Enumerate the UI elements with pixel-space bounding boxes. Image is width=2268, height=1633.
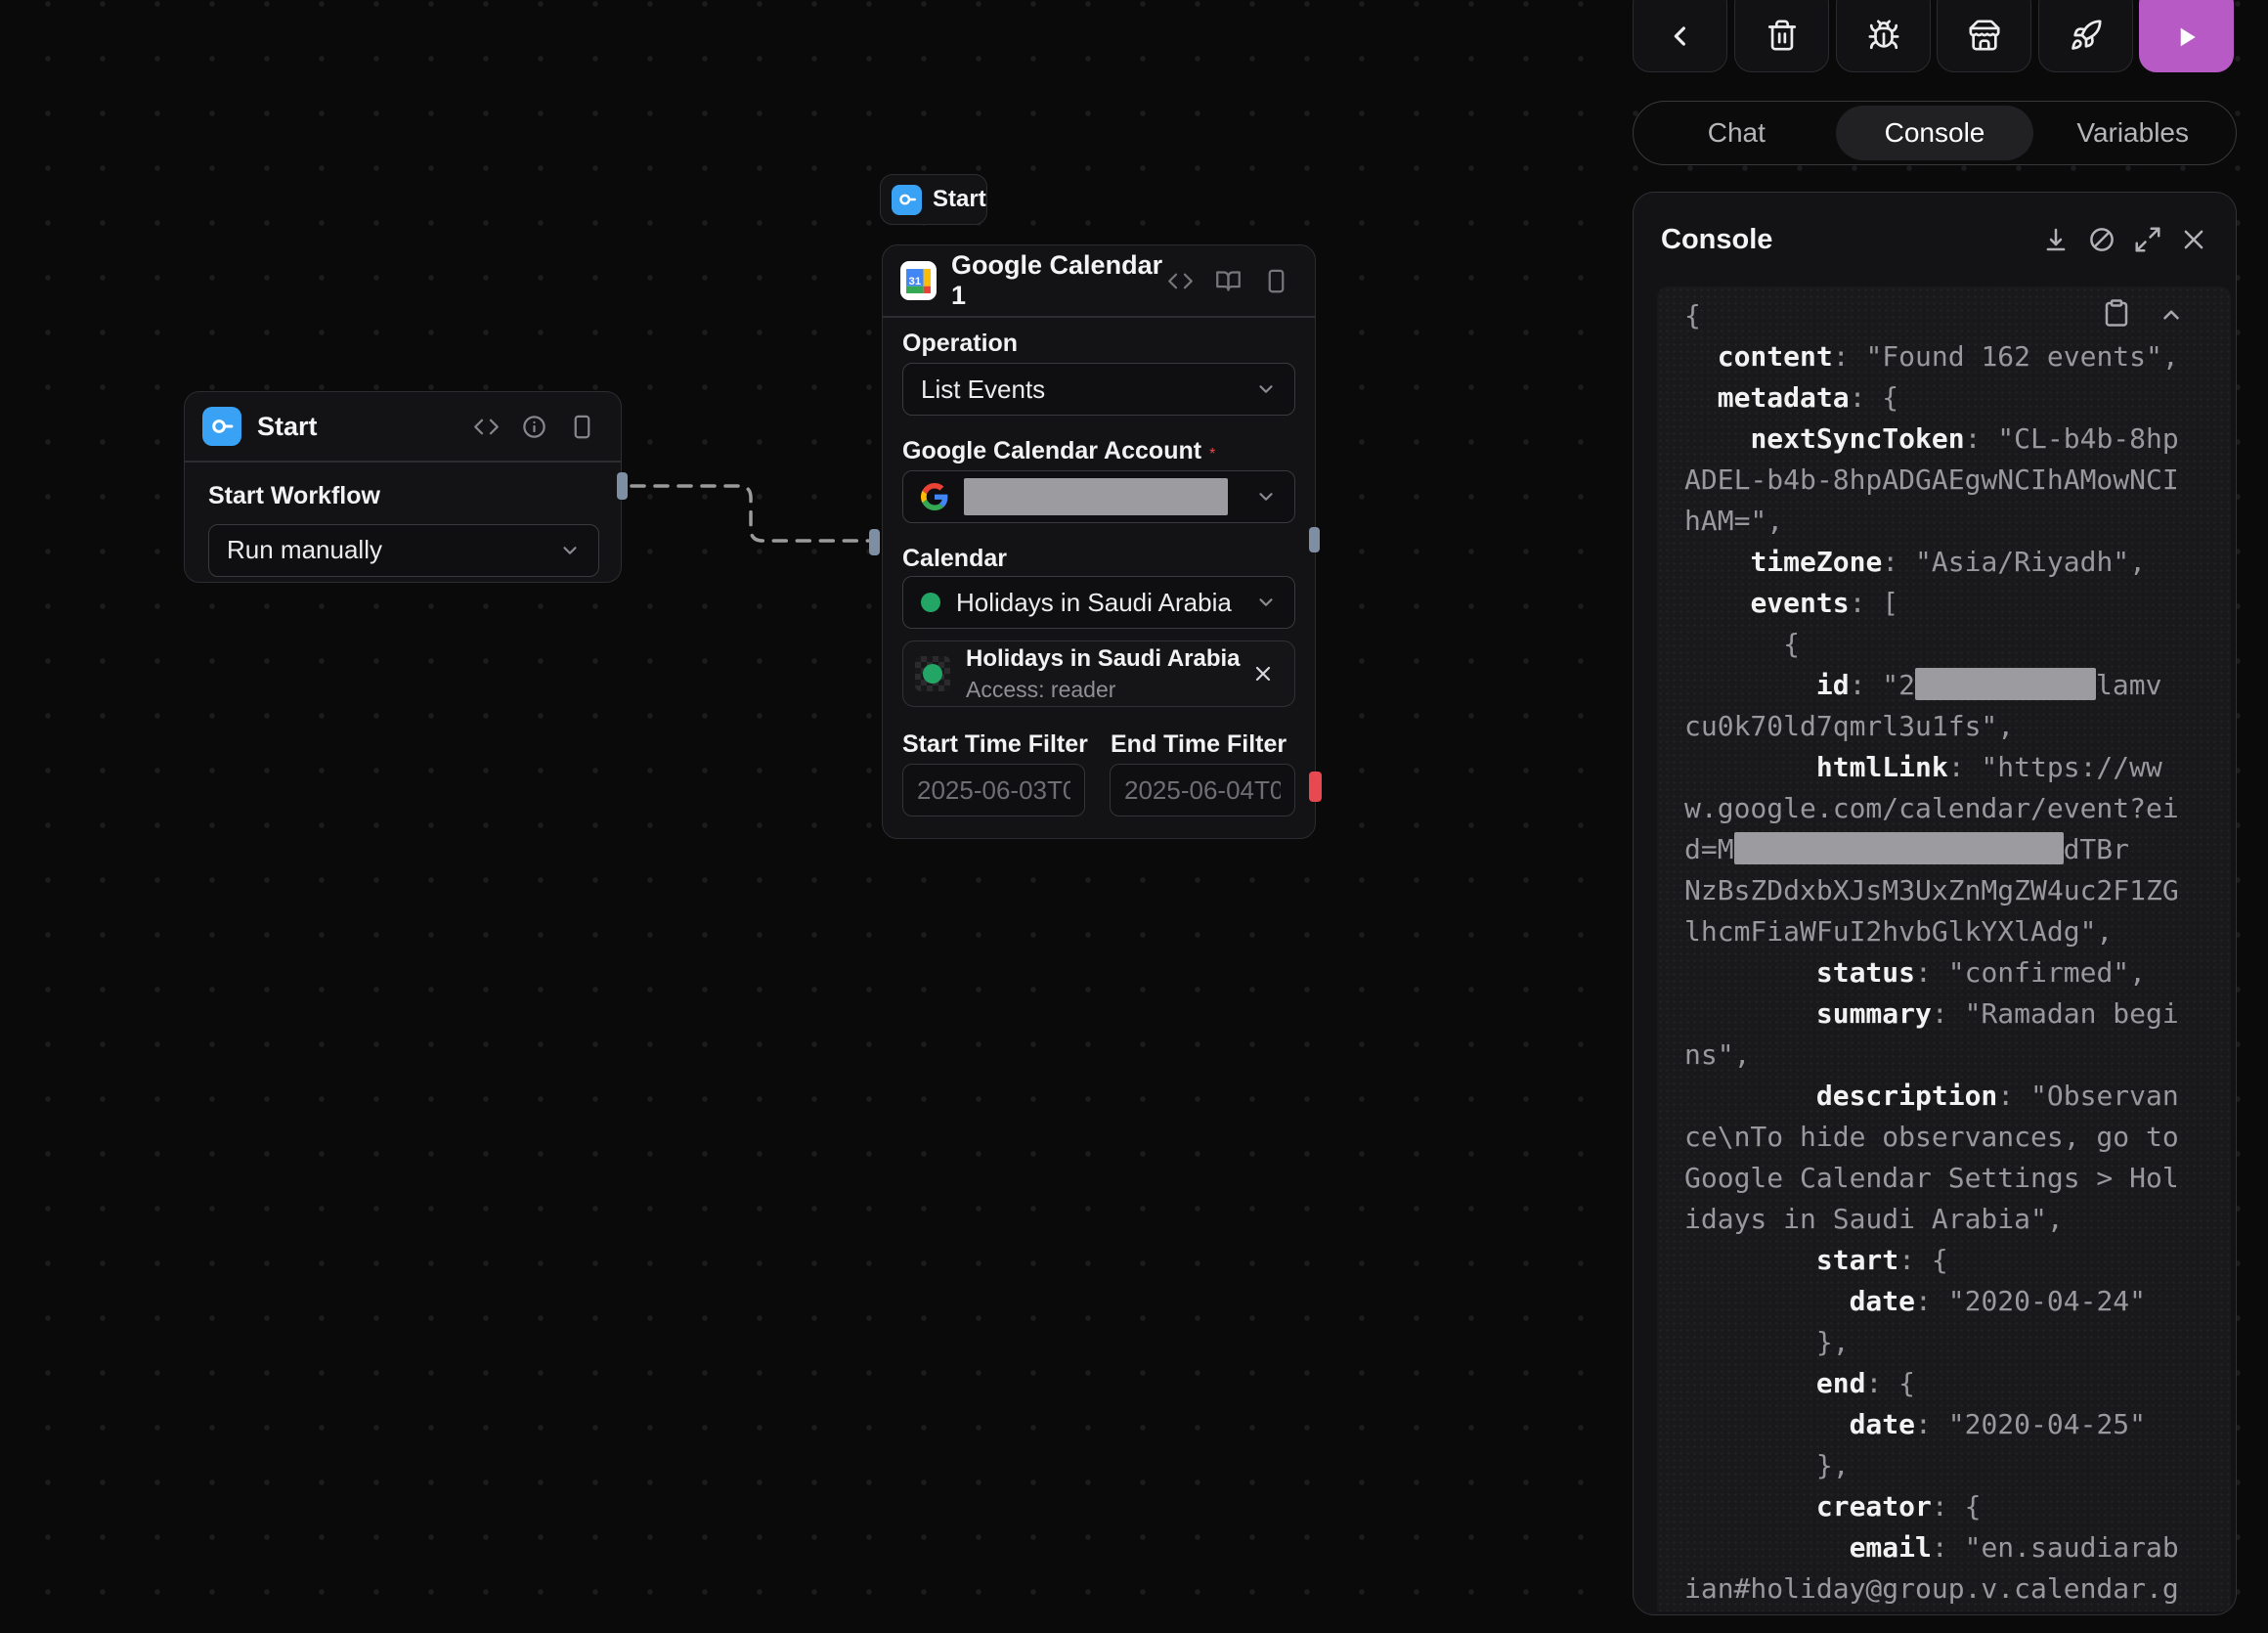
start-time-input[interactable] <box>902 764 1085 816</box>
expand-icon[interactable] <box>2133 225 2162 254</box>
selected-calendar-chip: Holidays in Saudi Arabia Access: reader <box>902 640 1295 707</box>
start-node-title: Start <box>257 412 318 442</box>
calendar-color-dot <box>923 664 942 684</box>
calendar-node-input-handle[interactable] <box>869 529 880 555</box>
google-calendar-node[interactable]: 31 Google Calendar 1 Operation List Eve <box>882 244 1316 839</box>
calendar-color-dot <box>921 593 940 612</box>
end-time-label: End Time Filter <box>1111 730 1287 759</box>
back-icon <box>1665 21 1696 52</box>
calendar-day-number: 31 <box>909 276 922 287</box>
start-node[interactable]: Start Start Workflow Run manually <box>184 391 622 583</box>
store-icon <box>1968 19 2001 52</box>
operation-select-value: List Events <box>921 375 1045 405</box>
calendar-swatch <box>915 656 950 691</box>
run-button[interactable] <box>2139 0 2234 72</box>
tab-variables[interactable]: Variables <box>2033 106 2232 160</box>
start-trigger-icon <box>892 185 922 215</box>
code-icon[interactable] <box>473 414 500 440</box>
play-icon <box>2172 22 2202 52</box>
operation-select[interactable]: List Events <box>902 363 1295 416</box>
tab-console[interactable]: Console <box>1836 106 2034 160</box>
chevron-down-icon <box>1255 378 1277 400</box>
console-panel: Console <box>1633 192 2237 1615</box>
download-icon[interactable] <box>2041 225 2071 254</box>
phone-icon[interactable] <box>569 414 595 440</box>
close-icon[interactable] <box>1251 662 1275 685</box>
calendar-select[interactable]: Holidays in Saudi Arabia <box>902 576 1295 629</box>
code-icon[interactable] <box>1167 268 1194 294</box>
store-button[interactable] <box>1937 0 2031 72</box>
trigger-select-value: Run manually <box>227 535 382 565</box>
account-select[interactable] <box>902 470 1295 523</box>
chevron-down-icon <box>559 540 581 561</box>
start-node-output-handle[interactable] <box>617 472 628 500</box>
google-calendar-icon: 31 <box>900 261 937 300</box>
operation-label: Operation <box>902 330 1018 357</box>
calendar-select-value: Holidays in Saudi Arabia <box>956 588 1232 618</box>
chevron-down-icon <box>1255 592 1277 613</box>
trash-icon <box>1766 19 1799 52</box>
console-title: Console <box>1661 224 1772 256</box>
phone-icon[interactable] <box>1263 268 1289 294</box>
chevron-up-icon[interactable] <box>2159 302 2184 328</box>
end-time-input[interactable] <box>1110 764 1295 816</box>
console-output[interactable]: { content: "Found 162 events", metadata:… <box>1657 287 2231 1611</box>
delete-button[interactable] <box>1734 0 1829 72</box>
trigger-select[interactable]: Run manually <box>208 524 599 577</box>
calendar-node-title: Google Calendar 1 <box>951 250 1167 311</box>
bug-icon <box>1867 19 1900 52</box>
start-time-label: Start Time Filter <box>902 730 1111 759</box>
calendar-label: Calendar <box>902 545 1007 572</box>
start-workflow-label: Start Workflow <box>208 482 597 510</box>
tab-chat[interactable]: Chat <box>1637 106 1836 160</box>
console-json: { content: "Found 162 events", metadata:… <box>1657 287 2231 1610</box>
chevron-down-icon <box>1255 486 1277 508</box>
divider <box>883 316 1315 318</box>
book-icon[interactable] <box>1215 268 1242 294</box>
workflow-canvas[interactable]: Start Start St <box>0 0 2268 1633</box>
panel-tabbar: Chat Console Variables <box>1633 101 2237 165</box>
clipboard-icon[interactable] <box>2102 298 2131 328</box>
close-icon[interactable] <box>2179 225 2208 254</box>
info-icon[interactable] <box>521 414 547 440</box>
clear-icon[interactable] <box>2087 225 2116 254</box>
start-badge-node[interactable]: Start <box>880 174 987 225</box>
selected-calendar-access: Access: reader <box>966 677 1241 703</box>
debug-button[interactable] <box>1836 0 1931 72</box>
deploy-button[interactable] <box>2038 0 2133 72</box>
redacted-account-value <box>964 478 1228 515</box>
start-badge-label: Start <box>933 186 986 213</box>
required-marker: * <box>1209 446 1215 463</box>
calendar-node-output-handle[interactable] <box>1309 527 1320 552</box>
google-logo-icon <box>921 483 948 510</box>
calendar-node-error-handle[interactable] <box>1309 772 1322 802</box>
back-button[interactable] <box>1633 0 1727 72</box>
account-label: Google Calendar Account <box>902 437 1201 464</box>
selected-calendar-name: Holidays in Saudi Arabia <box>966 645 1241 673</box>
start-trigger-icon <box>202 407 241 446</box>
rocket-icon <box>2070 19 2103 52</box>
